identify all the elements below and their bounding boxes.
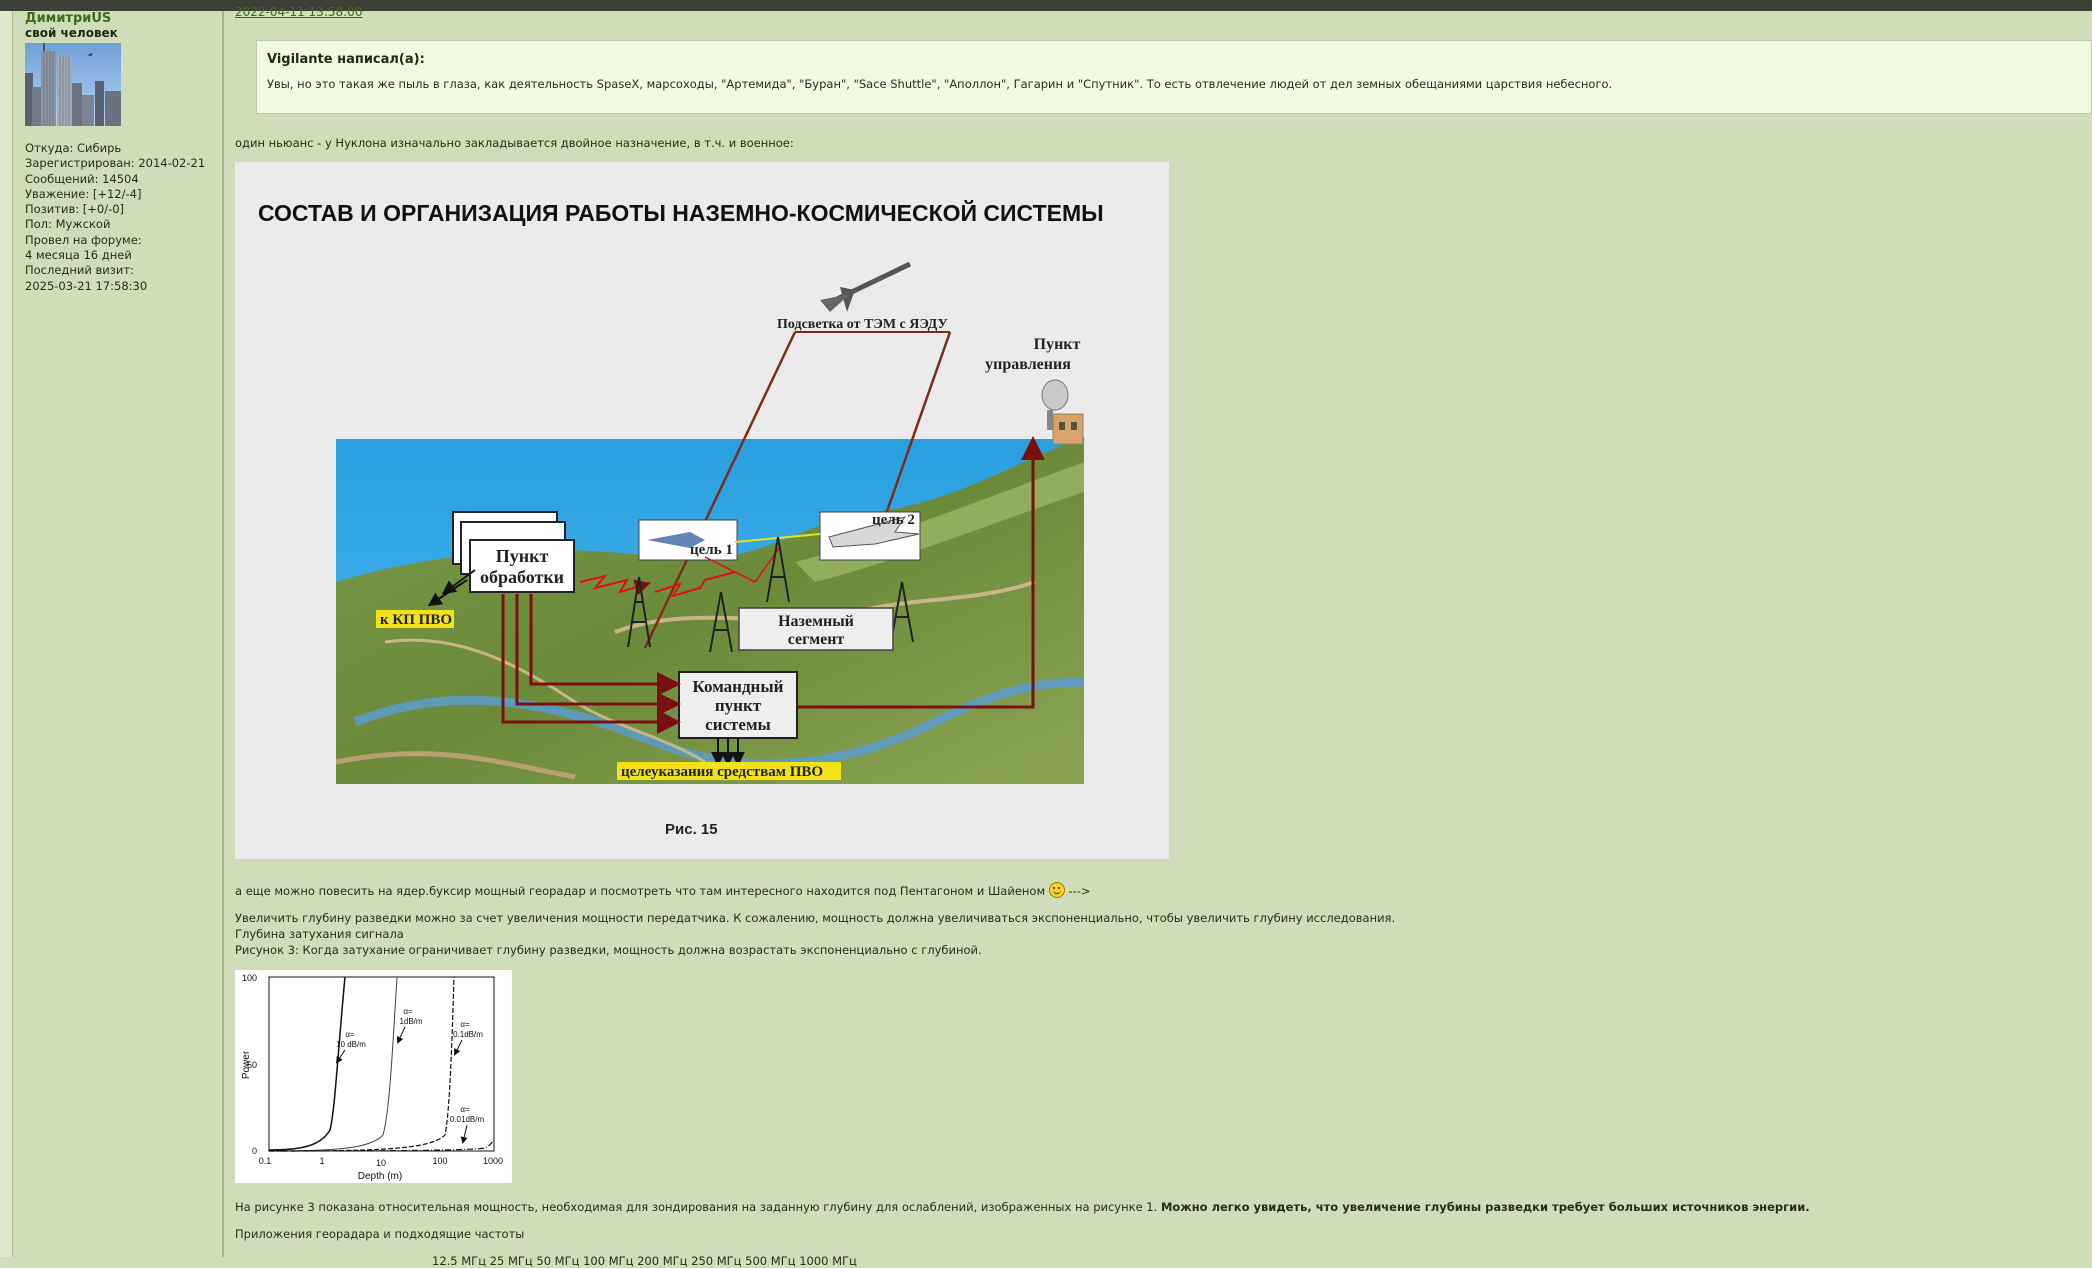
curve-label-0-1db-b: 0.1dB/m — [453, 1030, 483, 1039]
curve-label-10db-b: 10 dB/m — [336, 1040, 366, 1049]
diagram-graphic: Подсветка от ТЭМ с ЯЭДУ Пункт управления… — [335, 261, 1085, 784]
system-diagram-image: СОСТАВ И ОРГАНИЗАЦИЯ РАБОТЫ НАЗЕМНО-КОСМ… — [235, 162, 1169, 859]
power-depth-chart-image: 100 50 0 Power 0.1 1 10 100 1000 Depth (… — [235, 970, 512, 1183]
author-forum-time: 4 месяца 16 дней — [25, 248, 132, 263]
author-messages: Сообщений: 14504 — [25, 171, 139, 186]
post-date-link[interactable]: 2022-04-11 13:58:00 — [235, 5, 362, 19]
command-point-label-2: пункт — [715, 696, 762, 715]
control-point-label-2: управления — [985, 356, 1071, 373]
curve-label-0-01db-a: α= — [460, 1105, 470, 1114]
target-designation-label: целеуказания средствам ПВО — [621, 764, 823, 780]
post-paragraph-1: один ньюанс - у Нуклона изначально закла… — [235, 136, 794, 150]
illumination-label: Подсветка от ТЭМ с ЯЭДУ — [777, 317, 948, 332]
x-tick-100: 100 — [432, 1156, 447, 1166]
post-paragraph-2: а еще можно повесить на ядер.буксир мощн… — [235, 882, 1091, 898]
author-rank: свой человек — [25, 26, 118, 40]
command-point-label-3: системы — [705, 715, 771, 734]
ground-segment-label-1: Наземный — [778, 613, 854, 630]
author-name[interactable]: ДимитриUS — [25, 11, 111, 26]
post-body: 2022-04-11 13:58:00 Vigilante написал(а)… — [224, 5, 2092, 1268]
x-axis-label: Depth (m) — [358, 1171, 402, 1182]
post-paragraph-3: Увеличить глубину разведки можно за счет… — [235, 911, 1396, 925]
y-tick-0: 0 — [252, 1146, 257, 1156]
quote-block: Vigilante написал(а): Увы, но это такая … — [256, 40, 2092, 114]
quote-author: Vigilante написал(а): — [267, 52, 425, 67]
curve-label-1db-a: α= — [403, 1007, 413, 1016]
radar-dish-icon — [1041, 379, 1084, 445]
curve-1db — [268, 976, 398, 1152]
author-gender: Пол: Мужской — [25, 217, 111, 232]
post-paragraph-5: Рисунок 3: Когда затухание ограничивает … — [235, 943, 982, 957]
target2-label: цель 2 — [872, 512, 915, 528]
kp-pvo-label: к КП ПВО — [380, 612, 452, 628]
author-location: Откуда: Сибирь — [25, 141, 122, 155]
smiley-icon — [1048, 882, 1065, 898]
curve-label-1db-b: 1dB/m — [399, 1017, 422, 1026]
curve-10db — [268, 976, 346, 1151]
paragraph-6-bold: Можно легко увидеть, что увеличение глуб… — [1160, 1200, 1810, 1214]
target1-label: цель 1 — [690, 542, 733, 558]
avatar-image — [25, 43, 121, 126]
author-registered: Зарегистрирован: 2014-02-21 — [25, 156, 206, 171]
y-axis-label: Power — [241, 1050, 252, 1079]
command-point-label-1: Командный — [693, 677, 784, 696]
author-last-visit: 2025-03-21 17:58:30 — [25, 278, 148, 293]
curve-label-10db-a: α= — [345, 1030, 355, 1039]
author-info: Откуда: Сибирь Зарегистрирован: 2014-02-… — [25, 141, 205, 294]
x-tick-0-1: 0.1 — [259, 1156, 272, 1166]
post-paragraph-6: На рисунке 3 показана относительная мощн… — [235, 1200, 1810, 1214]
paragraph-2-arrow: ---> — [1068, 884, 1091, 898]
post-paragraph-4: Глубина затухания сигнала — [235, 927, 404, 941]
ground-segment-label-2: сегмент — [788, 631, 845, 648]
processing-point: Пункт обработки — [452, 511, 575, 593]
paragraph-6-text: На рисунке 3 показана относительная мощн… — [235, 1200, 1158, 1214]
curve-0-1db — [268, 976, 455, 1152]
author-last-visit-label: Последний визит: — [25, 263, 134, 278]
left-margin-strip — [0, 11, 13, 1257]
author-respect[interactable]: Уважение: [+12/-4] — [25, 187, 205, 202]
avatar — [25, 43, 121, 126]
x-tick-1000: 1000 — [483, 1156, 503, 1166]
y-tick-100: 100 — [242, 973, 257, 983]
satellite-icon — [820, 261, 912, 312]
frequency-list: 12.5 МГц 25 МГц 50 МГц 100 МГц 200 МГц 2… — [432, 1254, 857, 1268]
author-forum-time-label: Провел на форуме: — [25, 232, 142, 247]
author-panel: ДимитриUS свой человек Откуда: Сибирь За… — [13, 11, 224, 1257]
author-positive[interactable]: Позитив: [+0/-0] — [25, 202, 205, 217]
processing-label-2: обработки — [480, 567, 564, 587]
quote-text: Увы, но это такая же пыль в глаза, как д… — [267, 77, 1613, 91]
curve-label-0-1db-a: α= — [460, 1020, 470, 1029]
paragraph-2-text: а еще можно повесить на ядер.буксир мощн… — [235, 884, 1046, 898]
x-tick-10: 10 — [376, 1158, 386, 1168]
x-tick-1: 1 — [319, 1156, 324, 1166]
power-depth-chart: 100 50 0 Power 0.1 1 10 100 1000 Depth (… — [241, 973, 503, 1182]
curve-label-0-01db-b: 0.01dB/m — [450, 1115, 485, 1124]
processing-label-1: Пункт — [496, 546, 549, 566]
control-point-label-1: Пункт — [1034, 336, 1081, 353]
diagram-caption: Рис. 15 — [665, 821, 718, 838]
chart-plot-frame — [268, 976, 495, 1152]
post-paragraph-7: Приложения георадара и подходящие частот… — [235, 1227, 525, 1241]
